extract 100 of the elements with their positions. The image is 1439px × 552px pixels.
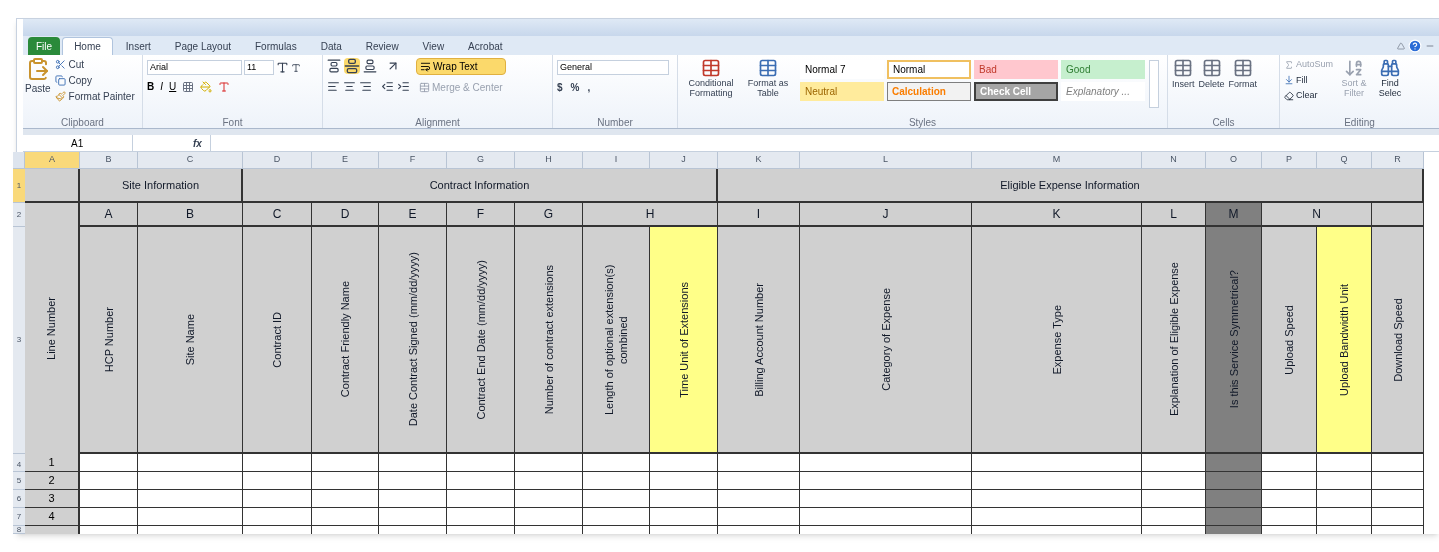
font-size-field[interactable]: 11 xyxy=(244,60,274,75)
data-cell[interactable] xyxy=(800,508,972,526)
column-header[interactable]: J xyxy=(650,152,718,169)
data-cell[interactable] xyxy=(1206,508,1262,526)
data-cell[interactable] xyxy=(1317,508,1372,526)
data-cell[interactable] xyxy=(1206,490,1262,508)
format-painter-button[interactable]: Format Painter xyxy=(54,89,135,104)
data-cell[interactable] xyxy=(972,490,1142,508)
data-cell[interactable] xyxy=(800,472,972,490)
data-cell[interactable] xyxy=(312,508,379,526)
data-cell[interactable] xyxy=(138,490,243,508)
data-cell[interactable] xyxy=(972,508,1142,526)
data-cell[interactable] xyxy=(80,526,138,534)
cell-style-swatch[interactable]: Normal xyxy=(887,60,971,79)
data-cell[interactable] xyxy=(1262,454,1317,472)
data-cell[interactable] xyxy=(447,472,515,490)
data-cell[interactable] xyxy=(138,472,243,490)
row-header[interactable]: 2 xyxy=(13,203,25,227)
paste-button[interactable]: Paste xyxy=(25,57,51,118)
data-cell[interactable] xyxy=(312,526,379,534)
row-header[interactable]: 4 xyxy=(13,454,25,472)
data-cell[interactable] xyxy=(1206,454,1262,472)
data-cell[interactable] xyxy=(80,454,138,472)
column-header[interactable]: A xyxy=(25,152,80,169)
data-cell[interactable] xyxy=(312,472,379,490)
middle-align-icon[interactable] xyxy=(344,58,360,74)
data-cell[interactable] xyxy=(515,472,583,490)
data-cell[interactable] xyxy=(1317,526,1372,534)
column-header[interactable]: F xyxy=(379,152,447,169)
data-cell[interactable] xyxy=(650,508,718,526)
fill-color-icon[interactable] xyxy=(200,80,213,93)
data-cell[interactable] xyxy=(650,526,718,534)
italic-button[interactable]: I xyxy=(160,79,163,94)
data-cell[interactable] xyxy=(1262,490,1317,508)
data-cell[interactable] xyxy=(1372,454,1424,472)
data-cell[interactable] xyxy=(379,508,447,526)
row-header[interactable]: 3 xyxy=(13,227,25,454)
bold-button[interactable]: B xyxy=(147,79,155,94)
underline-button[interactable]: U xyxy=(169,79,177,94)
data-cell[interactable] xyxy=(243,490,312,508)
cut-button[interactable]: Cut xyxy=(54,57,135,72)
data-cell[interactable] xyxy=(138,454,243,472)
column-header[interactable]: M xyxy=(972,152,1142,169)
ribbon-tab[interactable]: Insert xyxy=(114,37,162,55)
column-header[interactable]: H xyxy=(515,152,583,169)
data-cell[interactable] xyxy=(650,490,718,508)
align-center-icon[interactable] xyxy=(343,80,356,93)
row-header[interactable]: 1 xyxy=(13,169,25,203)
data-cell[interactable] xyxy=(800,490,972,508)
ribbon-tab[interactable]: Page Layout xyxy=(163,37,242,55)
column-header[interactable]: R xyxy=(1372,152,1424,169)
gallery-scroll-bar[interactable] xyxy=(1149,60,1159,108)
fill-button[interactable]: Fill xyxy=(1284,73,1334,87)
data-cell[interactable] xyxy=(650,472,718,490)
data-cell[interactable] xyxy=(447,490,515,508)
data-cell[interactable] xyxy=(1372,526,1424,534)
data-cell[interactable] xyxy=(379,454,447,472)
cell-style-swatch[interactable]: Bad xyxy=(974,60,1058,79)
font-name-field[interactable]: Arial xyxy=(147,60,242,75)
shrink-font-icon[interactable] xyxy=(291,62,301,73)
column-header[interactable]: N xyxy=(1142,152,1206,169)
ribbon-tab[interactable]: Acrobat xyxy=(457,37,514,55)
column-header[interactable]: C xyxy=(138,152,243,169)
column-header[interactable]: E xyxy=(312,152,379,169)
data-cell[interactable] xyxy=(718,472,800,490)
data-cell[interactable] xyxy=(1142,472,1206,490)
data-cell[interactable] xyxy=(1142,490,1206,508)
function-label[interactable]: fx xyxy=(193,135,202,151)
data-cell[interactable] xyxy=(447,526,515,534)
data-cell[interactable] xyxy=(1262,508,1317,526)
data-cell[interactable] xyxy=(718,526,800,534)
help-icon[interactable] xyxy=(1408,39,1422,53)
borders-icon[interactable] xyxy=(182,80,195,93)
data-cell[interactable] xyxy=(583,472,650,490)
data-cell[interactable] xyxy=(379,490,447,508)
data-cell[interactable] xyxy=(1206,526,1262,534)
column-header[interactable]: I xyxy=(583,152,650,169)
data-cell[interactable] xyxy=(1317,472,1372,490)
ribbon-tab[interactable]: View xyxy=(411,37,456,55)
grow-font-icon[interactable] xyxy=(276,61,289,74)
currency-button[interactable]: $ xyxy=(557,80,563,95)
data-cell[interactable] xyxy=(972,454,1142,472)
data-cell[interactable] xyxy=(1262,526,1317,534)
file-tab[interactable]: File xyxy=(28,37,61,55)
data-cell[interactable] xyxy=(800,526,972,534)
data-cell[interactable] xyxy=(650,454,718,472)
align-left-icon[interactable] xyxy=(327,80,340,93)
data-cell[interactable] xyxy=(243,472,312,490)
data-cell[interactable] xyxy=(1372,508,1424,526)
column-header[interactable]: Q xyxy=(1317,152,1372,169)
data-cell[interactable] xyxy=(80,508,138,526)
find-select-button[interactable]: Find Selec xyxy=(1375,58,1406,118)
data-cell[interactable] xyxy=(447,508,515,526)
row-header[interactable]: 7 xyxy=(13,508,25,526)
increase-indent-icon[interactable] xyxy=(397,80,410,93)
data-cell[interactable] xyxy=(138,508,243,526)
data-cell[interactable] xyxy=(1317,490,1372,508)
data-cell[interactable] xyxy=(515,508,583,526)
column-header[interactable]: O xyxy=(1206,152,1262,169)
data-cell[interactable] xyxy=(583,508,650,526)
